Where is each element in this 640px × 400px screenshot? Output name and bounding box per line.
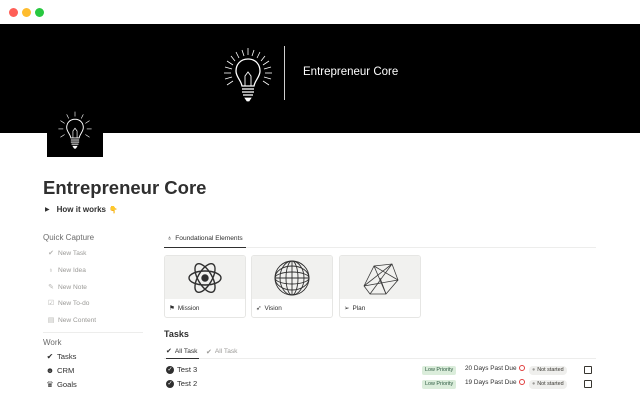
table-row[interactable]: ✓ Test 2 Low Priority 19 Days Past Due ●… [164,378,596,391]
tasks-heading: Tasks [164,329,189,339]
task-name[interactable]: Test 3 [177,365,197,374]
foundational-tabbar: ♁ Foundational Elements [164,230,596,248]
sidebar-item-crm[interactable]: ☻ CRM [45,364,75,377]
trophy-icon: ♛ [46,380,54,389]
toggle-arrow-icon[interactable]: ▶ [45,206,50,213]
minimize-window-button[interactable] [22,8,31,17]
table-row[interactable]: ✓ Test 3 Low Priority 20 Days Past Due ●… [164,364,596,377]
plan-cover-image [340,256,420,299]
page-title: Entrepreneur Core [43,177,207,198]
quick-item-label: New Idea [58,266,86,274]
sidebar-divider [43,332,143,333]
sidebar-item-label: Tasks [57,352,77,361]
wire-polygon-image [363,263,399,294]
status-badge: ● Not started [529,366,567,375]
lightbulb-icon [58,111,92,149]
window-titlebar [0,0,640,24]
status-text: Not started [537,367,564,373]
card-title: Vision [264,304,282,312]
pointing-down-icon: 👇 [108,206,118,214]
lightbulb-icon: ♁ [167,235,173,242]
check-circle-icon: ✓ [166,366,174,374]
status-dot-icon: ● [532,367,536,373]
priority-badge: Low Priority [422,380,457,389]
lightbulb-icon [224,48,272,102]
due-status: 20 Days Past Due [465,365,525,372]
vision-card[interactable]: ➶ Vision [251,255,333,318]
check-circle-icon: ✔ [48,250,54,257]
quick-item-label: New Content [58,316,97,324]
runner-icon: ➶ [256,305,262,312]
sidebar-item-goals[interactable]: ♛ Goals [45,378,77,391]
card-title: Mission [177,304,200,312]
plan-card[interactable]: ➢ Plan [339,255,421,318]
how-it-works-toggle[interactable]: ▶ How it works 👇 [45,205,118,214]
due-status: 19 Days Past Due [465,379,525,386]
card-title: Plan [352,304,366,312]
cover-title: Entrepreneur Core [303,66,399,78]
quick-item-label: New To-do [58,299,90,307]
card-label: ➢ Plan [344,304,366,313]
done-checkbox[interactable] [584,380,592,388]
check-circle-icon: ✔ [206,348,212,356]
checkbox-icon: ☑ [47,300,55,307]
view-tab-label: All Task [214,348,238,355]
zoom-window-button[interactable] [35,8,44,17]
overdue-ring-icon [518,379,525,385]
status-dot-icon: ● [532,381,536,387]
pencil-icon: ✎ [48,284,54,291]
abstract-knot-image [188,262,222,293]
sidebar-item-tasks[interactable]: ✔ Tasks [45,350,77,363]
priority-badge: Low Priority [422,366,457,375]
done-checkbox[interactable] [584,366,592,374]
sidebar-item-label: CRM [57,366,75,375]
view-tab-all-task[interactable]: ✔ All Task [206,344,237,359]
wire-sphere-image [274,260,310,295]
due-text: 19 Days Past Due [465,379,517,386]
card-label: ➶ Vision [256,304,282,313]
tab-foundational-elements[interactable]: ♁ Foundational Elements [164,230,246,248]
lightbulb-icon: ♁ [48,266,54,274]
tasks-view-tabs: ✔ All Task ✔ All Task [164,344,596,359]
overdue-ring-icon [518,365,525,371]
new-idea-button[interactable]: ♁ New Idea [47,264,86,276]
mission-cover-image [165,256,245,299]
cover-divider [284,46,285,100]
work-heading: Work [43,338,62,347]
document-icon: ▤ [47,317,55,324]
quick-capture-heading: Quick Capture [43,233,95,242]
close-window-button[interactable] [9,8,18,17]
check-circle-icon: ✔ [46,352,54,361]
task-name[interactable]: Test 2 [177,379,197,388]
new-task-button[interactable]: ✔ New Task [47,247,86,259]
tab-label: Foundational Elements [175,235,243,242]
new-todo-button[interactable]: ☑ New To-do [47,297,90,309]
vision-cover-image [252,256,332,299]
quick-item-label: New Task [58,249,87,257]
card-label: ⚑ Mission [169,304,200,313]
view-tab-label: All Task [174,347,198,355]
new-content-button[interactable]: ▤ New Content [47,314,96,326]
page-icon[interactable] [47,104,103,157]
check-circle-icon: ✓ [166,380,174,388]
view-tab-all-task-active[interactable]: ✔ All Task [166,344,200,359]
new-note-button[interactable]: ✎ New Note [47,281,87,293]
due-text: 20 Days Past Due [465,365,517,372]
check-circle-icon: ✔ [166,348,172,355]
toggle-label: How it works [56,205,106,214]
flag-icon: ⚑ [169,305,175,312]
paper-plane-icon: ➢ [344,305,350,312]
sidebar-item-label: Goals [57,380,77,389]
people-icon: ☻ [45,366,55,375]
mission-card[interactable]: ⚑ Mission [164,255,246,318]
status-badge: ● Not started [529,380,567,389]
quick-item-label: New Note [58,283,87,291]
status-text: Not started [537,381,564,387]
